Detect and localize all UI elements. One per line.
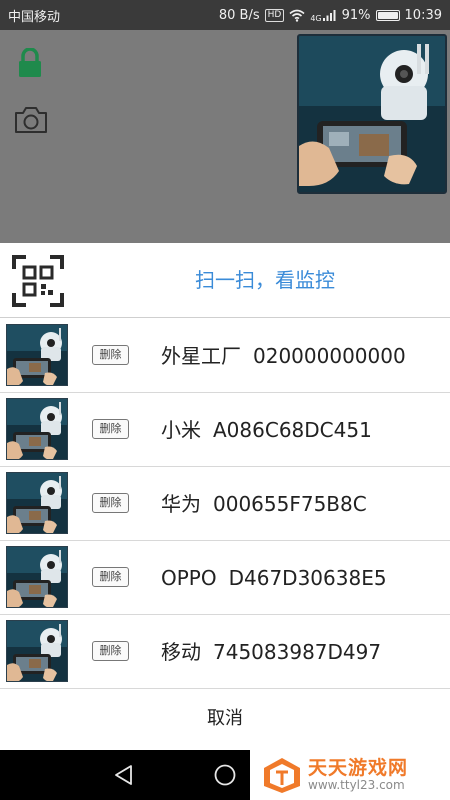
delete-button[interactable]: 删除 bbox=[92, 345, 129, 365]
device-name: 华为 bbox=[161, 492, 201, 516]
delete-button[interactable]: 删除 bbox=[92, 567, 129, 587]
signal-icon bbox=[322, 10, 336, 21]
device-row[interactable]: 删除 小米 A086C68DC451 bbox=[0, 393, 450, 467]
device-list: 删除 外星工厂 020000000000 删除 小米 A086C68DC451 bbox=[0, 319, 450, 689]
delete-button[interactable]: 删除 bbox=[92, 641, 129, 661]
wifi-icon bbox=[289, 9, 305, 22]
device-label[interactable]: 小米 A086C68DC451 bbox=[161, 393, 372, 467]
device-thumbnail[interactable] bbox=[6, 546, 68, 608]
status-right-group: 80 B/s HD 4G 91% 10:39 bbox=[219, 8, 442, 23]
watermark-logo-icon bbox=[264, 758, 300, 793]
device-id: D467D30638E5 bbox=[228, 566, 387, 590]
device-label[interactable]: OPPO D467D30638E5 bbox=[161, 541, 387, 615]
device-name: 移动 bbox=[161, 640, 201, 664]
carrier-name: 中国移动 bbox=[8, 9, 61, 25]
scan-label[interactable]: 扫一扫，看监控 bbox=[80, 243, 450, 318]
scan-row[interactable]: 扫一扫，看监控 bbox=[0, 243, 450, 318]
watermark: 天天游戏网 www.ttyl23.com bbox=[250, 750, 450, 800]
home-icon[interactable] bbox=[213, 763, 237, 787]
device-thumbnail[interactable] bbox=[6, 472, 68, 534]
hd-badge: HD bbox=[264, 8, 285, 22]
device-thumbnail[interactable] bbox=[6, 398, 68, 460]
network-speed: 80 B/s bbox=[218, 7, 260, 23]
device-label[interactable]: 外星工厂 020000000000 bbox=[161, 319, 406, 393]
device-thumbnail[interactable] bbox=[6, 324, 68, 386]
device-name: 小米 bbox=[161, 418, 201, 442]
camera-preview-image[interactable] bbox=[297, 34, 447, 194]
cancel-button[interactable]: 取消 bbox=[0, 688, 450, 750]
device-row[interactable]: 删除 OPPO D467D30638E5 bbox=[0, 541, 450, 615]
back-icon[interactable] bbox=[113, 764, 135, 786]
watermark-title: 天天游戏网 bbox=[308, 757, 409, 779]
device-bottom-sheet: 扫一扫，看监控 删除 外星工厂 020000000000 删除 小米 A086C… bbox=[0, 243, 450, 750]
battery-icon bbox=[375, 9, 400, 21]
camera-icon[interactable] bbox=[14, 106, 48, 134]
device-row[interactable]: 删除 外星工厂 020000000000 bbox=[0, 319, 450, 393]
background-screen bbox=[0, 30, 450, 243]
device-row[interactable]: 删除 华为 000655F75B8C bbox=[0, 467, 450, 541]
device-label[interactable]: 移动 745083987D497 bbox=[161, 615, 381, 689]
device-thumbnail[interactable] bbox=[6, 620, 68, 682]
delete-button[interactable]: 删除 bbox=[92, 419, 129, 439]
device-name: OPPO bbox=[161, 566, 217, 590]
device-id: 000655F75B8C bbox=[213, 492, 367, 516]
status-bar: 中国移动 80 B/s HD 4G 91% 10:39 bbox=[0, 0, 450, 30]
qr-scan-icon[interactable] bbox=[12, 255, 64, 307]
network-type: 4G bbox=[310, 13, 322, 23]
device-id: 020000000000 bbox=[253, 344, 406, 368]
clock: 10:39 bbox=[404, 7, 442, 23]
device-id: A086C68DC451 bbox=[213, 418, 372, 442]
lock-icon[interactable] bbox=[17, 48, 43, 78]
device-id: 745083987D497 bbox=[213, 640, 382, 664]
battery-percent: 91% bbox=[341, 7, 371, 23]
device-row[interactable]: 删除 移动 745083987D497 bbox=[0, 615, 450, 689]
device-label[interactable]: 华为 000655F75B8C bbox=[161, 467, 367, 541]
navigation-bar: 天天游戏网 www.ttyl23.com bbox=[0, 750, 450, 800]
device-name: 外星工厂 bbox=[161, 344, 241, 368]
watermark-url: www.ttyl23.com bbox=[308, 778, 405, 792]
delete-button[interactable]: 删除 bbox=[92, 493, 129, 513]
